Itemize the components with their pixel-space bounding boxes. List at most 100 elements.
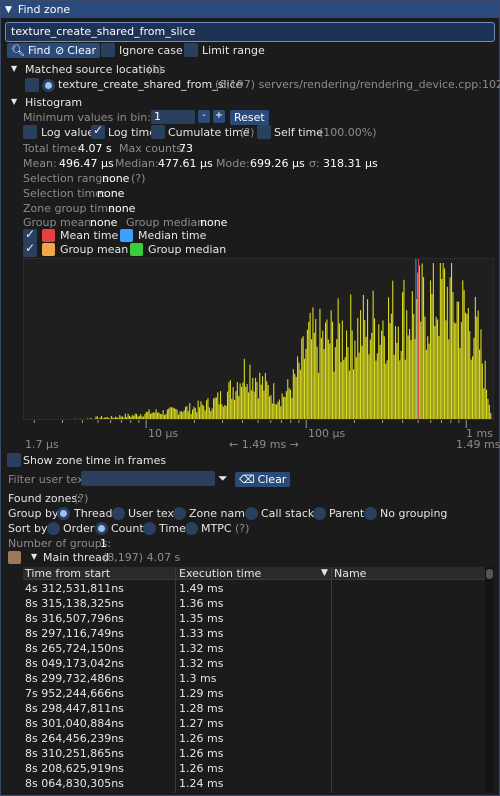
col-name[interactable]: Name (334, 567, 366, 580)
histogram-bar (381, 330, 383, 419)
sort-by-time-radio[interactable] (143, 522, 156, 535)
histogram-bar (327, 339, 329, 419)
table-row[interactable]: 8s 298,447,811ns 1.28 ms (23, 701, 485, 716)
filter-clear-button[interactable]: ⌫ Clear (235, 472, 291, 487)
histogram-bar (410, 340, 412, 419)
table-scrollbar[interactable] (485, 567, 494, 793)
group-median-legend: Group median (148, 243, 227, 256)
tree-expanded-icon[interactable]: ▼ (11, 64, 17, 73)
group-by-thread-radio[interactable] (57, 507, 70, 520)
table-row[interactable]: 8s 265,724,150ns 1.32 ms (23, 641, 485, 656)
histogram-bar (336, 339, 338, 419)
execution-time-cell: 1.28 ms (179, 702, 224, 715)
histogram-bar (155, 409, 157, 419)
group-by-parent-label: Parent (329, 507, 365, 520)
histogram-bar (157, 412, 159, 419)
thread-name[interactable]: Main thread (43, 551, 109, 564)
show-frames-checkbox[interactable] (7, 453, 21, 467)
group-by-zone-name-radio[interactable] (173, 507, 186, 520)
sort-by-help[interactable]: (?) (235, 522, 249, 535)
table-row[interactable]: 4s 312,531,811ns 1.49 ms (23, 581, 485, 596)
table-row[interactable]: 8s 315,138,325ns 1.36 ms (23, 596, 485, 611)
table-row[interactable]: 7s 952,244,666ns 1.29 ms (23, 686, 485, 701)
histogram-bar (431, 293, 433, 419)
histogram-bar (350, 294, 352, 419)
group-by-call-stacks-radio[interactable] (245, 507, 258, 520)
table-row[interactable]: 8s 064,830,305ns 1.24 ms (23, 776, 485, 791)
table-row[interactable]: 8s 316,507,796ns 1.35 ms (23, 611, 485, 626)
histogram-bar (278, 399, 280, 419)
limit-range-checkbox[interactable] (184, 43, 198, 57)
group-toggle[interactable] (23, 241, 37, 257)
title-bar[interactable]: ▼ Find zone (1, 1, 499, 18)
min-values-input[interactable]: 1 (151, 110, 195, 124)
table-row[interactable]: 8s 264,456,239ns 1.26 ms (23, 731, 485, 746)
table-row[interactable]: 8s 297,116,749ns 1.33 ms (23, 626, 485, 641)
sort-by-count-radio[interactable] (95, 522, 108, 535)
find-button[interactable]: 🔍︎ Find (7, 43, 55, 58)
group-by-no-grouping-radio[interactable] (364, 507, 377, 520)
group-by-parent-radio[interactable] (313, 507, 326, 520)
histogram-bar (446, 286, 448, 419)
selection-time-label: Selection time: (23, 187, 106, 200)
histogram-bar (271, 403, 273, 419)
sort-by-mtpc-label: MTPC (201, 522, 232, 535)
zones-table[interactable]: Time from start Execution time ▼ Name 4s… (23, 567, 494, 793)
collapse-icon[interactable]: ▼ (5, 5, 12, 15)
zone-search-input[interactable]: texture_create_shared_from_slice (5, 22, 495, 42)
histogram-bar (472, 356, 474, 419)
histogram-bar (248, 392, 250, 419)
histogram-bar (392, 280, 394, 419)
histogram-bar (241, 386, 243, 419)
histogram-bar (385, 363, 387, 419)
median-time-swatch (120, 229, 133, 242)
matched-header[interactable]: Matched source locations (25, 63, 165, 76)
min-values-label: Minimum values in bin: (23, 111, 151, 124)
histogram-bar (406, 310, 408, 419)
histogram-bar (388, 297, 390, 419)
clear-button[interactable]: ⊘ Clear (51, 43, 100, 58)
histogram-bar (154, 412, 156, 419)
selection-range-help[interactable]: (?) (131, 172, 145, 185)
histogram-bar (210, 411, 212, 419)
thread-expanded-icon[interactable]: ▼ (31, 552, 37, 561)
ignore-case-checkbox[interactable] (101, 43, 115, 57)
table-row[interactable]: 8s 208,625,919ns 1.26 ms (23, 761, 485, 776)
histogram-bar (313, 332, 315, 419)
log-values-checkbox[interactable] (23, 125, 37, 139)
group-by-user-text-radio[interactable] (112, 507, 125, 520)
reset-button[interactable]: Reset (230, 110, 269, 125)
median-value: 477.61 μs (158, 157, 213, 170)
table-row[interactable]: 8s 310,251,865ns 1.26 ms (23, 746, 485, 761)
histogram-bar (360, 310, 362, 419)
histogram-bar (439, 263, 441, 419)
scrollbar-thumb[interactable] (486, 569, 493, 579)
sort-by-mtpc-radio[interactable] (185, 522, 198, 535)
self-time-checkbox[interactable] (257, 125, 271, 139)
table-row[interactable]: 8s 301,040,884ns 1.27 ms (23, 716, 485, 731)
histogram-bar (351, 330, 353, 419)
sigma-value: 318.31 μs (323, 157, 378, 170)
histogram-bar (379, 344, 381, 419)
mean-time-swatch (42, 229, 55, 242)
col-execution-time[interactable]: Execution time (179, 567, 261, 580)
log-time-checkbox[interactable] (91, 123, 105, 139)
matched-checkbox[interactable] (25, 78, 39, 92)
found-zones-help[interactable]: (?) (74, 492, 88, 505)
histogram-bar (409, 329, 411, 419)
min-values-increment[interactable]: + (213, 110, 225, 123)
histogram-bar (213, 398, 215, 419)
matched-radio[interactable] (42, 79, 55, 92)
cumulate-help[interactable]: (?) (240, 126, 254, 139)
table-row[interactable]: 8s 049,173,042ns 1.32 ms (23, 656, 485, 671)
col-time-from-start[interactable]: Time from start (25, 567, 110, 580)
histogram-plot[interactable] (23, 258, 494, 420)
filter-user-text-input[interactable] (81, 471, 215, 486)
cumulate-time-checkbox[interactable] (151, 125, 165, 139)
thread-detail: (8,197) 4.07 s (103, 551, 181, 564)
histogram-header[interactable]: Histogram (25, 96, 82, 109)
sort-by-order-radio[interactable] (47, 522, 60, 535)
min-values-decrement[interactable]: - (198, 110, 210, 123)
histogram-expanded-icon[interactable]: ▼ (11, 97, 17, 106)
table-row[interactable]: 8s 299,732,486ns 1.3 ms (23, 671, 485, 686)
